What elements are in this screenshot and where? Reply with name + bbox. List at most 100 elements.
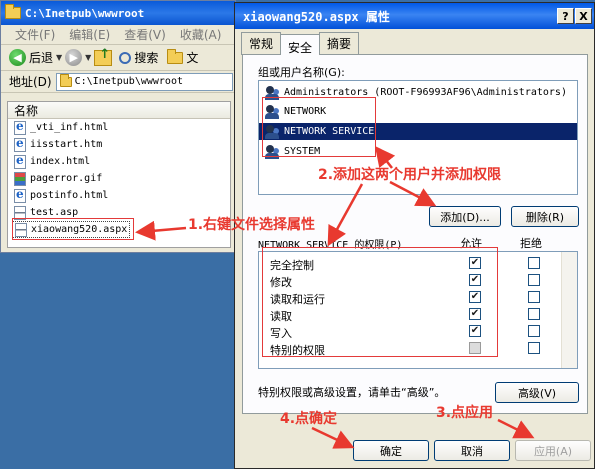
permission-name: 读取和运行 <box>270 293 325 306</box>
permission-row: 写入 <box>259 323 577 340</box>
menu-favorites[interactable]: 收藏(A) <box>180 26 222 43</box>
explorer-menu-bar: 文件(F) 编辑(E) 查看(V) 收藏(A) <box>1 25 235 45</box>
aspx-file-icon <box>15 222 27 237</box>
security-panel: 组或用户名称(G): Administrators (ROOT-F96993AF… <box>242 54 588 414</box>
deny-checkbox[interactable] <box>528 325 540 337</box>
permissions-label: NETWORK SERVICE 的权限(P) <box>258 240 403 251</box>
user-item[interactable]: Administrators (ROOT-F96993AF96\Administ… <box>265 84 567 101</box>
allow-checkbox[interactable] <box>469 308 481 320</box>
menu-file[interactable]: 文件(F) <box>15 26 55 43</box>
menu-view[interactable]: 查看(V) <box>124 26 166 43</box>
user-item-selected[interactable]: NETWORK SERVICE <box>259 123 577 140</box>
ie-html-icon <box>14 119 26 135</box>
user-name: SYSTEM <box>284 146 321 157</box>
file-name: test.asp <box>30 207 79 218</box>
advanced-button[interactable]: 高级(V) <box>495 382 579 403</box>
permission-row: 完全控制 <box>259 255 577 272</box>
user-item[interactable]: NETWORK <box>265 103 326 120</box>
search-icon[interactable] <box>119 51 132 64</box>
permission-name: 特别的权限 <box>270 344 325 357</box>
properties-dialog: xiaowang520.aspx 属性 ? X 常规 安全 摘要 组或用户名称(… <box>234 2 595 469</box>
apply-button[interactable]: 应用(A) <box>515 440 591 461</box>
cancel-button[interactable]: 取消 <box>434 440 510 461</box>
permission-name: 写入 <box>270 327 292 340</box>
file-item[interactable]: postinfo.html <box>8 187 230 204</box>
folder-icon <box>5 4 21 19</box>
tab-strip: 常规 安全 摘要 <box>241 32 360 55</box>
address-input[interactable]: C:\Inetpub\wwwroot <box>55 72 233 91</box>
tab-security[interactable]: 安全 <box>280 34 321 55</box>
user-name: NETWORK <box>284 106 327 117</box>
explorer-title: C:\Inetpub\wwwroot <box>25 6 145 20</box>
deny-checkbox[interactable] <box>528 291 540 303</box>
back-arrow-icon[interactable]: ◀ <box>9 49 26 66</box>
back-button[interactable]: 后退 <box>29 49 53 66</box>
permission-name: 完全控制 <box>270 259 314 272</box>
tab-general[interactable]: 常规 <box>241 32 282 55</box>
address-label: 地址(D) <box>9 75 52 89</box>
advanced-hint: 特别权限或高级设置，请单击“高级”。 <box>258 386 446 399</box>
folders-button[interactable]: 文 <box>186 49 198 66</box>
permission-row: 读取 <box>259 306 577 323</box>
forward-dropdown-icon[interactable]: ▼ <box>85 53 91 62</box>
deny-checkbox[interactable] <box>528 274 540 286</box>
help-button[interactable]: ? <box>557 8 574 24</box>
gif-image-icon <box>14 171 26 186</box>
folder-up-icon[interactable] <box>94 47 113 66</box>
explorer-title-bar[interactable]: C:\Inetpub\wwwroot <box>1 1 235 25</box>
allow-column-label: 允许 <box>460 237 482 250</box>
file-name: postinfo.html <box>30 190 109 201</box>
dialog-title-bar[interactable]: xiaowang520.aspx 属性 <box>235 3 594 29</box>
annotation-step4: 4.点确定 <box>280 411 338 427</box>
allow-checkbox-disabled <box>469 342 481 354</box>
file-item[interactable]: iisstart.htm <box>8 136 230 153</box>
allow-checkbox[interactable] <box>469 257 481 269</box>
permission-row: 修改 <box>259 272 577 289</box>
close-button[interactable]: X <box>575 8 592 24</box>
menu-edit[interactable]: 编辑(E) <box>69 26 110 43</box>
folders-icon[interactable] <box>167 48 184 64</box>
ok-button[interactable]: 确定 <box>353 440 429 461</box>
annotation-step3: 3.点应用 <box>436 405 494 421</box>
tab-summary[interactable]: 摘要 <box>319 32 360 55</box>
user-group-icon <box>265 144 281 159</box>
ie-html-icon <box>14 153 26 169</box>
permissions-header: NETWORK SERVICE 的权限(P) 允许 拒绝 <box>258 236 578 251</box>
asp-file-icon <box>14 205 26 220</box>
user-group-icon <box>265 104 281 119</box>
address-bar: 地址(D) C:\Inetpub\wwwroot <box>1 71 235 93</box>
back-dropdown-icon[interactable]: ▼ <box>56 53 62 62</box>
file-item[interactable]: pagerror.gif <box>8 170 230 187</box>
permissions-table: 完全控制 修改 读取和运行 读取 写入 <box>258 251 578 369</box>
column-header-name[interactable]: 名称 <box>8 102 230 119</box>
add-user-button[interactable]: 添加(D)... <box>429 206 501 227</box>
forward-arrow-icon[interactable]: ▶ <box>65 49 83 66</box>
file-item[interactable]: index.html <box>8 153 230 170</box>
allow-checkbox[interactable] <box>469 291 481 303</box>
users-label: 组或用户名称(G): <box>258 66 345 79</box>
file-name: xiaowang520.aspx <box>31 224 128 235</box>
annotation-step2: 2.添加这两个用户并添加权限 <box>318 167 502 183</box>
file-name: index.html <box>30 156 91 167</box>
deny-column-label: 拒绝 <box>520 237 542 250</box>
allow-checkbox[interactable] <box>469 274 481 286</box>
file-item-selected[interactable]: xiaowang520.aspx <box>12 221 130 238</box>
deny-checkbox[interactable] <box>528 257 540 269</box>
permission-name: 修改 <box>270 276 292 289</box>
file-name: _vti_inf.html <box>30 122 109 133</box>
deny-checkbox[interactable] <box>528 342 540 354</box>
permissions-scrollbar[interactable] <box>561 252 577 368</box>
file-name: pagerror.gif <box>30 173 103 184</box>
permission-name: 读取 <box>270 310 292 323</box>
remove-user-button[interactable]: 删除(R) <box>511 206 579 227</box>
search-button[interactable]: 搜索 <box>134 49 158 66</box>
deny-checkbox[interactable] <box>528 308 540 320</box>
user-group-icon <box>265 124 281 139</box>
file-item[interactable]: _vti_inf.html <box>8 119 230 136</box>
allow-checkbox[interactable] <box>469 325 481 337</box>
file-name: iisstart.htm <box>30 139 103 150</box>
permission-row: 特别的权限 <box>259 340 577 357</box>
user-group-icon <box>265 85 281 100</box>
user-item[interactable]: SYSTEM <box>265 143 320 160</box>
user-name: Administrators (ROOT-F96993AF96\Administ… <box>284 87 567 98</box>
